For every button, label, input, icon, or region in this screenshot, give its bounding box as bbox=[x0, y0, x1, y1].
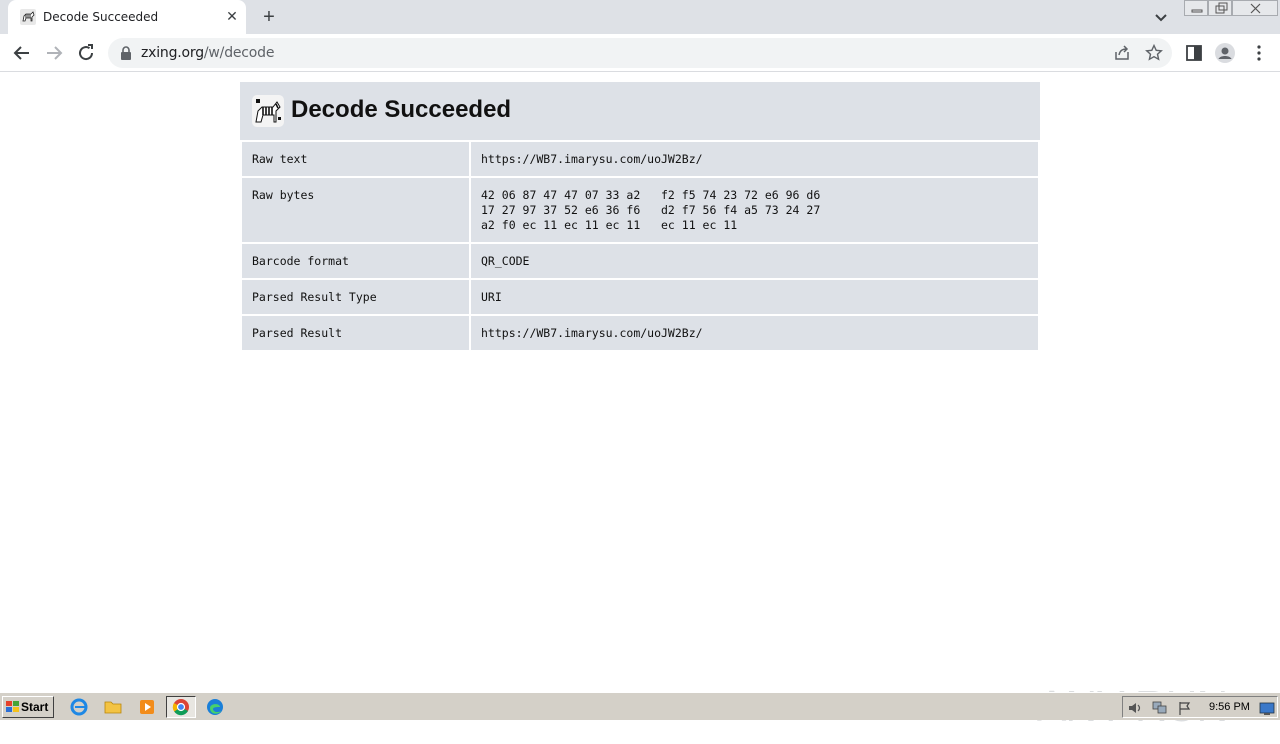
restore-button[interactable] bbox=[1208, 0, 1232, 16]
raw-bytes-line: 17 27 97 37 52 e6 36 f6 d2 f7 56 f4 a5 7… bbox=[481, 203, 821, 217]
share-icon[interactable] bbox=[1112, 43, 1132, 63]
tab-strip: Decode Succeeded ✕ + bbox=[0, 0, 1280, 34]
result-table: Raw text https://WB7.imarysu.com/uoJW2Bz… bbox=[240, 140, 1040, 352]
url-host: zxing.org bbox=[141, 45, 204, 61]
bookmark-star-icon[interactable] bbox=[1144, 43, 1164, 63]
action-center-flag-icon[interactable] bbox=[1177, 700, 1193, 716]
url-text: zxing.org/w/decode bbox=[141, 45, 274, 61]
table-row: Parsed Result https://WB7.imarysu.com/uo… bbox=[242, 316, 1038, 350]
minimize-button[interactable] bbox=[1184, 0, 1208, 16]
lock-icon[interactable] bbox=[120, 46, 132, 60]
profile-avatar-icon[interactable] bbox=[1214, 42, 1236, 64]
table-row: Raw text https://WB7.imarysu.com/uoJW2Bz… bbox=[242, 142, 1038, 176]
windows-taskbar: Start 9:56 PM bbox=[0, 692, 1280, 720]
page-content: Decode Succeeded Raw text https://WB7.im… bbox=[0, 72, 1280, 731]
clock: 9:56 PM bbox=[1209, 701, 1250, 713]
zxing-logo bbox=[252, 95, 284, 127]
menu-kebab-icon[interactable] bbox=[1248, 42, 1270, 64]
url-path: /w/decode bbox=[203, 45, 275, 61]
row-value-parsed-result-type: URI bbox=[471, 280, 1038, 314]
forward-arrow-icon[interactable] bbox=[42, 41, 66, 65]
close-window-icon bbox=[1250, 3, 1261, 14]
row-label-raw-bytes: Raw bytes bbox=[242, 178, 469, 242]
chrome-icon bbox=[172, 699, 189, 716]
restore-icon bbox=[1215, 2, 1228, 14]
side-panel-icon[interactable] bbox=[1183, 42, 1205, 64]
chrome-taskbar-button[interactable] bbox=[166, 696, 196, 718]
row-value-parsed-result: https://WB7.imarysu.com/uoJW2Bz/ bbox=[471, 316, 1038, 350]
result-header: Decode Succeeded bbox=[240, 82, 1040, 140]
row-value-raw-bytes: 42 06 87 47 47 07 33 a2 f2 f5 74 23 72 e… bbox=[471, 178, 1038, 242]
zebra-logo-icon bbox=[255, 99, 281, 123]
tab-search-chevron-icon[interactable] bbox=[1151, 7, 1171, 27]
system-tray: 9:56 PM bbox=[1122, 696, 1278, 718]
row-label-parsed-result: Parsed Result bbox=[242, 316, 469, 350]
tab-title: Decode Succeeded bbox=[43, 10, 159, 24]
raw-bytes-line: a2 f0 ec 11 ec 11 ec 11 ec 11 ec 11 bbox=[481, 218, 738, 232]
row-value-barcode-format: QR_CODE bbox=[471, 244, 1038, 278]
media-player-icon[interactable] bbox=[134, 696, 160, 718]
browser-toolbar: zxing.org/w/decode bbox=[0, 34, 1280, 72]
volume-icon[interactable] bbox=[1127, 700, 1143, 716]
show-desktop-icon[interactable] bbox=[1259, 700, 1275, 716]
row-label-raw-text: Raw text bbox=[242, 142, 469, 176]
table-row: Parsed Result Type URI bbox=[242, 280, 1038, 314]
page-title: Decode Succeeded bbox=[291, 96, 512, 123]
back-arrow-icon[interactable] bbox=[10, 41, 34, 65]
internet-explorer-icon[interactable] bbox=[66, 696, 92, 718]
row-label-barcode-format: Barcode format bbox=[242, 244, 469, 278]
browser-tab[interactable]: Decode Succeeded ✕ bbox=[8, 0, 246, 34]
row-label-parsed-result-type: Parsed Result Type bbox=[242, 280, 469, 314]
zebra-favicon-icon bbox=[20, 9, 36, 25]
table-row: Barcode format QR_CODE bbox=[242, 244, 1038, 278]
minimize-icon bbox=[1191, 9, 1203, 13]
row-value-raw-text: https://WB7.imarysu.com/uoJW2Bz/ bbox=[471, 142, 1038, 176]
address-bar[interactable]: zxing.org/w/decode bbox=[108, 38, 1172, 68]
tab-close-icon[interactable]: ✕ bbox=[224, 8, 240, 24]
start-button[interactable]: Start bbox=[2, 696, 54, 718]
network-icon[interactable] bbox=[1151, 700, 1169, 716]
windows-flag-icon bbox=[6, 701, 19, 712]
table-row: Raw bytes 42 06 87 47 47 07 33 a2 f2 f5 … bbox=[242, 178, 1038, 242]
start-label: Start bbox=[21, 700, 49, 714]
new-tab-button[interactable]: + bbox=[258, 6, 280, 28]
reload-icon[interactable] bbox=[74, 41, 98, 65]
file-explorer-icon[interactable] bbox=[100, 696, 126, 718]
edge-icon[interactable] bbox=[202, 696, 228, 718]
raw-bytes-line: 42 06 87 47 47 07 33 a2 f2 f5 74 23 72 e… bbox=[481, 188, 821, 202]
close-window-button[interactable] bbox=[1232, 0, 1278, 16]
